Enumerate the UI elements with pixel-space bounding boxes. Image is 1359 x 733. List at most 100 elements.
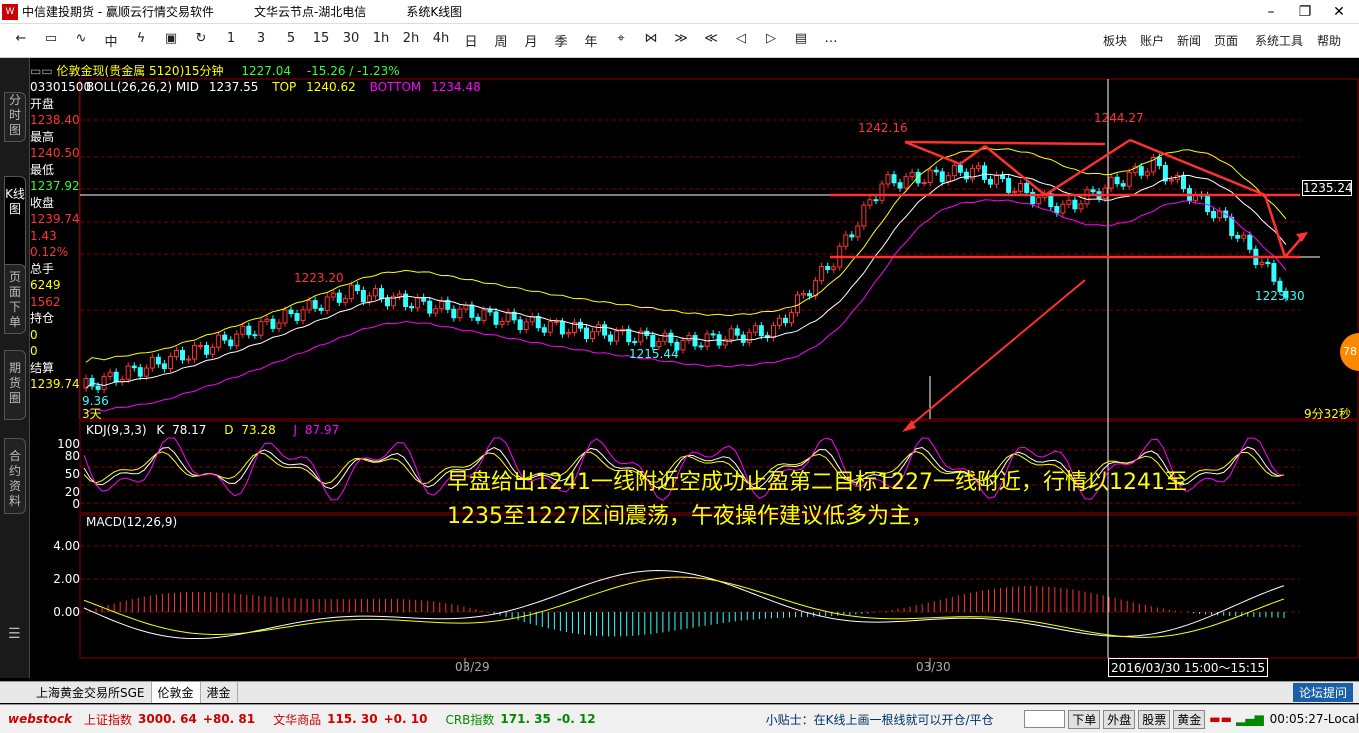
candle-body xyxy=(276,322,282,329)
forum-ask-button[interactable]: 论坛提问 xyxy=(1292,683,1353,702)
trend-line xyxy=(904,140,1106,146)
index1-value: 3000. 64 xyxy=(138,712,197,726)
toolbar-button-17[interactable]: 月 xyxy=(516,31,546,50)
foreign-market-button[interactable]: 外盘 xyxy=(1103,709,1136,729)
candle-body xyxy=(1156,157,1162,167)
instrument-code: 5120)15分钟 xyxy=(149,64,224,78)
tab-london-gold[interactable]: 伦敦金 xyxy=(151,682,201,703)
cursor-time-label: 2016/03/30 15:00～15:15 xyxy=(1108,658,1269,677)
info-open-label: 开盘 xyxy=(30,96,55,111)
candle-body xyxy=(1265,261,1271,265)
toolbar-button-12[interactable]: 1h xyxy=(366,31,396,50)
info-low-label: 最低 xyxy=(30,162,55,177)
candle-body xyxy=(692,335,698,347)
candle-body xyxy=(1066,199,1072,205)
candle-body xyxy=(451,308,457,319)
candle-body xyxy=(360,290,366,303)
toolbar-button-13[interactable]: 2h xyxy=(396,31,426,50)
toolbar-button-24[interactable]: ◁ xyxy=(726,31,756,50)
toolbar-button-3[interactable]: 中 xyxy=(96,31,126,50)
price-label-low2: 1223.30 xyxy=(1255,289,1305,303)
toolbar-button-26[interactable]: ▤ xyxy=(786,31,816,50)
candle-body xyxy=(318,307,324,311)
candle-body xyxy=(240,325,246,335)
candle-body xyxy=(710,333,716,336)
candle-body xyxy=(951,164,957,177)
menu-news[interactable]: 新闻 xyxy=(1177,32,1201,49)
toolbar-button-7[interactable]: 1 xyxy=(216,31,246,50)
candle-body xyxy=(354,284,360,292)
toolbar-button-22[interactable]: ≫ xyxy=(666,31,696,50)
info-volume-label: 总手 xyxy=(30,261,55,276)
candle-body xyxy=(1012,190,1018,193)
toolbar-button-23[interactable]: ≪ xyxy=(696,31,726,50)
candle-body xyxy=(734,328,740,336)
candle-body xyxy=(300,309,306,321)
candle-body xyxy=(698,345,704,348)
toolbar-button-19[interactable]: 年 xyxy=(576,31,606,50)
toolbar-button-8[interactable]: 3 xyxy=(246,31,276,50)
kline-chart[interactable] xyxy=(0,58,1359,678)
toolbar-button-9[interactable]: 5 xyxy=(276,31,306,50)
index1-name: 上证指数 xyxy=(84,712,133,727)
candle-body xyxy=(553,321,559,324)
toolbar-button-5[interactable]: ▣ xyxy=(156,31,186,50)
price-label-low1: 1215.44 xyxy=(629,347,679,361)
toolbar-button-1[interactable]: ▭ xyxy=(36,31,66,50)
boll-mid-line xyxy=(85,173,1287,389)
index1-change: +80. 81 xyxy=(202,712,256,726)
price-label-high3: 1244.27 xyxy=(1094,111,1144,125)
price-line-tag[interactable]: 1235.24 xyxy=(1302,180,1353,196)
toolbar-button-0[interactable]: ← xyxy=(6,31,36,50)
toolbar-button-20[interactable]: ⌖ xyxy=(606,31,636,50)
candle-body xyxy=(975,165,981,169)
toolbar-button-11[interactable]: 30 xyxy=(336,31,366,50)
close-icon[interactable]: ✕ xyxy=(1322,0,1356,24)
chart-menu-icon[interactable]: ▭▭ xyxy=(30,64,53,78)
toolbar-button-2[interactable]: ∿ xyxy=(66,31,96,50)
toolbar-button-27[interactable]: … xyxy=(816,31,846,50)
index2-name: 文华商品 xyxy=(273,712,322,727)
candle-body xyxy=(1126,171,1132,187)
candle-body xyxy=(988,178,993,185)
menu-page[interactable]: 页面 xyxy=(1214,32,1238,49)
candle-body xyxy=(342,298,348,303)
candle-body xyxy=(397,293,403,297)
candle-body xyxy=(517,319,523,331)
toolbar-button-18[interactable]: 季 xyxy=(546,31,576,50)
menu-system-tools[interactable]: 系统工具 xyxy=(1255,32,1303,49)
toolbar-button-4[interactable]: ϟ xyxy=(126,31,156,50)
boll-mid-label: MID xyxy=(175,80,199,94)
gold-button[interactable]: 黄金 xyxy=(1173,709,1206,729)
toolbar-button-25[interactable]: ▷ xyxy=(756,31,786,50)
menu-account[interactable]: 账户 xyxy=(1140,32,1164,49)
info-low: 1237.92 xyxy=(30,179,80,193)
boll-mid: 1237.55 xyxy=(208,80,259,94)
info-settle: 1239.74 xyxy=(30,377,80,391)
minimize-icon[interactable]: – xyxy=(1254,0,1288,24)
menu-sector[interactable]: 板块 xyxy=(1103,32,1127,49)
candle-body xyxy=(143,367,149,377)
tab-hk-gold[interactable]: 港金 xyxy=(201,682,238,703)
candle-body xyxy=(155,356,161,365)
stock-button[interactable]: 股票 xyxy=(1138,709,1171,729)
quick-input[interactable] xyxy=(1023,710,1066,728)
maximize-icon[interactable]: ❐ xyxy=(1288,0,1322,24)
toolbar-button-6[interactable]: ↻ xyxy=(186,31,216,50)
toolbar-button-21[interactable]: ⋈ xyxy=(636,31,666,50)
toolbar-button-10[interactable]: 15 xyxy=(306,31,336,50)
macd-panel-border xyxy=(79,514,1359,659)
candle-body xyxy=(885,174,891,185)
toolbar-button-16[interactable]: 周 xyxy=(486,31,516,50)
candle-body xyxy=(770,324,776,339)
candle-body xyxy=(234,333,240,347)
tab-sge[interactable]: 上海黄金交易所SGE xyxy=(30,682,152,703)
candle-body xyxy=(378,288,384,300)
menu-help[interactable]: 帮助 xyxy=(1317,32,1341,49)
order-button[interactable]: 下单 xyxy=(1068,709,1101,729)
kdj-label: KDJ(9,3,3) xyxy=(86,423,147,437)
toolbar-button-14[interactable]: 4h xyxy=(426,31,456,50)
candle-body xyxy=(752,325,758,333)
toolbar-button-15[interactable]: 日 xyxy=(456,31,486,50)
candle-body xyxy=(758,325,764,337)
